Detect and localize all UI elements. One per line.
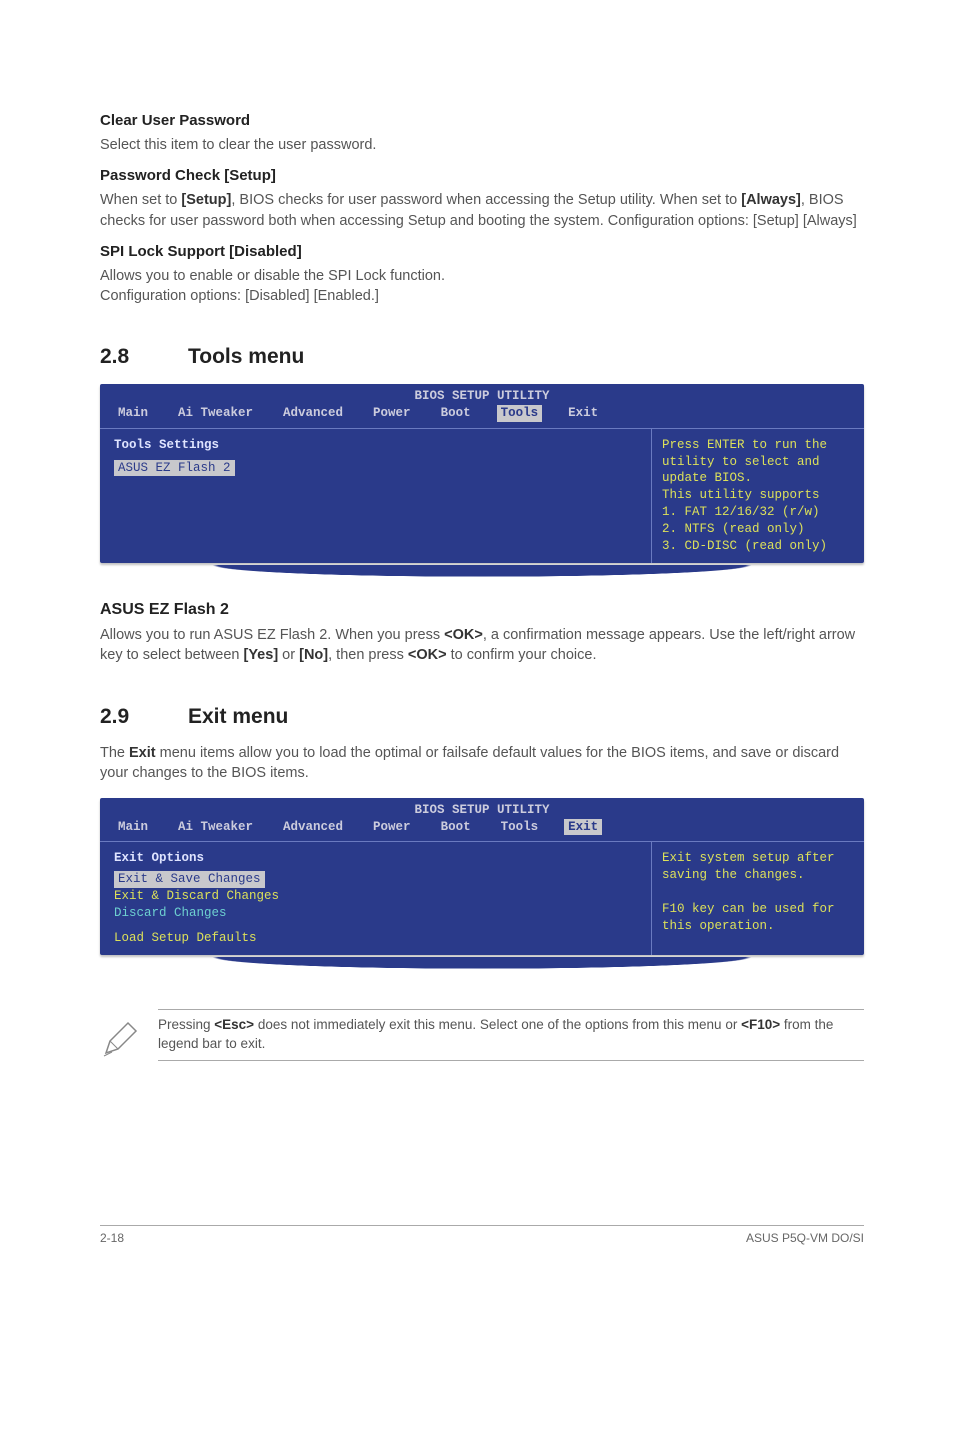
bios-tools-item-ezflash: ASUS EZ Flash 2 — [114, 460, 235, 477]
heading-spi-lock: SPI Lock Support [Disabled] — [100, 241, 864, 262]
bios-tabs: Main Ai Tweaker Advanced Power Boot Tool… — [100, 405, 864, 428]
bios-tabs: Main Ai Tweaker Advanced Power Boot Tool… — [100, 819, 864, 842]
bios-tab-boot: Boot — [437, 405, 475, 422]
pencil-icon — [100, 1009, 140, 1065]
para-password-check: When set to [Setup], BIOS checks for use… — [100, 190, 864, 231]
bios-tab-advanced: Advanced — [279, 819, 347, 836]
bios-exit-heading: Exit Options — [114, 850, 637, 867]
bios-tools-panel: BIOS SETUP UTILITY Main Ai Tweaker Advan… — [100, 384, 864, 563]
bios-tab-main: Main — [114, 405, 152, 422]
bios-tab-tools: Tools — [497, 405, 543, 422]
bios-tab-tools: Tools — [497, 819, 543, 836]
note-text: Pressing <Esc> does not immediately exit… — [158, 1009, 864, 1061]
bios-tab-ai: Ai Tweaker — [174, 819, 257, 836]
bios-tab-power: Power — [369, 405, 415, 422]
bios-tab-boot: Boot — [437, 819, 475, 836]
bios-tools-right: Press ENTER to run the utility to select… — [652, 429, 864, 563]
bios-title: BIOS SETUP UTILITY — [100, 798, 864, 819]
heading-section-2-9: 2.9Exit menu — [100, 702, 864, 731]
bios-exit-item-discard: Discard Changes — [114, 906, 227, 920]
bios-tools-heading: Tools Settings — [114, 437, 637, 454]
heading-clear-user-password: Clear User Password — [100, 110, 864, 131]
bios-exit-item-load-defaults: Load Setup Defaults — [114, 931, 257, 945]
bios-tab-ai: Ai Tweaker — [174, 405, 257, 422]
bios-exit-item-discard-exit: Exit & Discard Changes — [114, 889, 279, 903]
para-exit-intro: The Exit menu items allow you to load th… — [100, 743, 864, 784]
footer-page-number: 2-18 — [100, 1230, 124, 1247]
bios-tab-exit: Exit — [564, 819, 602, 836]
heading-ez-flash-2: ASUS EZ Flash 2 — [100, 599, 864, 621]
footer-product: ASUS P5Q-VM DO/SI — [746, 1230, 864, 1247]
bios-exit-right: Exit system setup after saving the chang… — [652, 842, 864, 954]
heading-password-check: Password Check [Setup] — [100, 165, 864, 186]
bios-tools-left: Tools Settings ASUS EZ Flash 2 — [100, 429, 652, 563]
heading-section-2-8: 2.8Tools menu — [100, 342, 864, 371]
bios-exit-panel: BIOS SETUP UTILITY Main Ai Tweaker Advan… — [100, 798, 864, 955]
para-spi-lock: Allows you to enable or disable the SPI … — [100, 266, 864, 307]
para-clear-user-password: Select this item to clear the user passw… — [100, 135, 864, 155]
bios-exit-left: Exit Options Exit & Save Changes Exit & … — [100, 842, 652, 954]
note-box: Pressing <Esc> does not immediately exit… — [100, 1009, 864, 1065]
bios-title: BIOS SETUP UTILITY — [100, 384, 864, 405]
bios-tab-main: Main — [114, 819, 152, 836]
bios-tab-power: Power — [369, 819, 415, 836]
bios-exit-item-save: Exit & Save Changes — [114, 871, 265, 888]
para-ez-flash-2: Allows you to run ASUS EZ Flash 2. When … — [100, 625, 864, 666]
page-footer: 2-18 ASUS P5Q-VM DO/SI — [100, 1225, 864, 1247]
bios-tab-exit: Exit — [564, 405, 602, 422]
bios-tab-advanced: Advanced — [279, 405, 347, 422]
